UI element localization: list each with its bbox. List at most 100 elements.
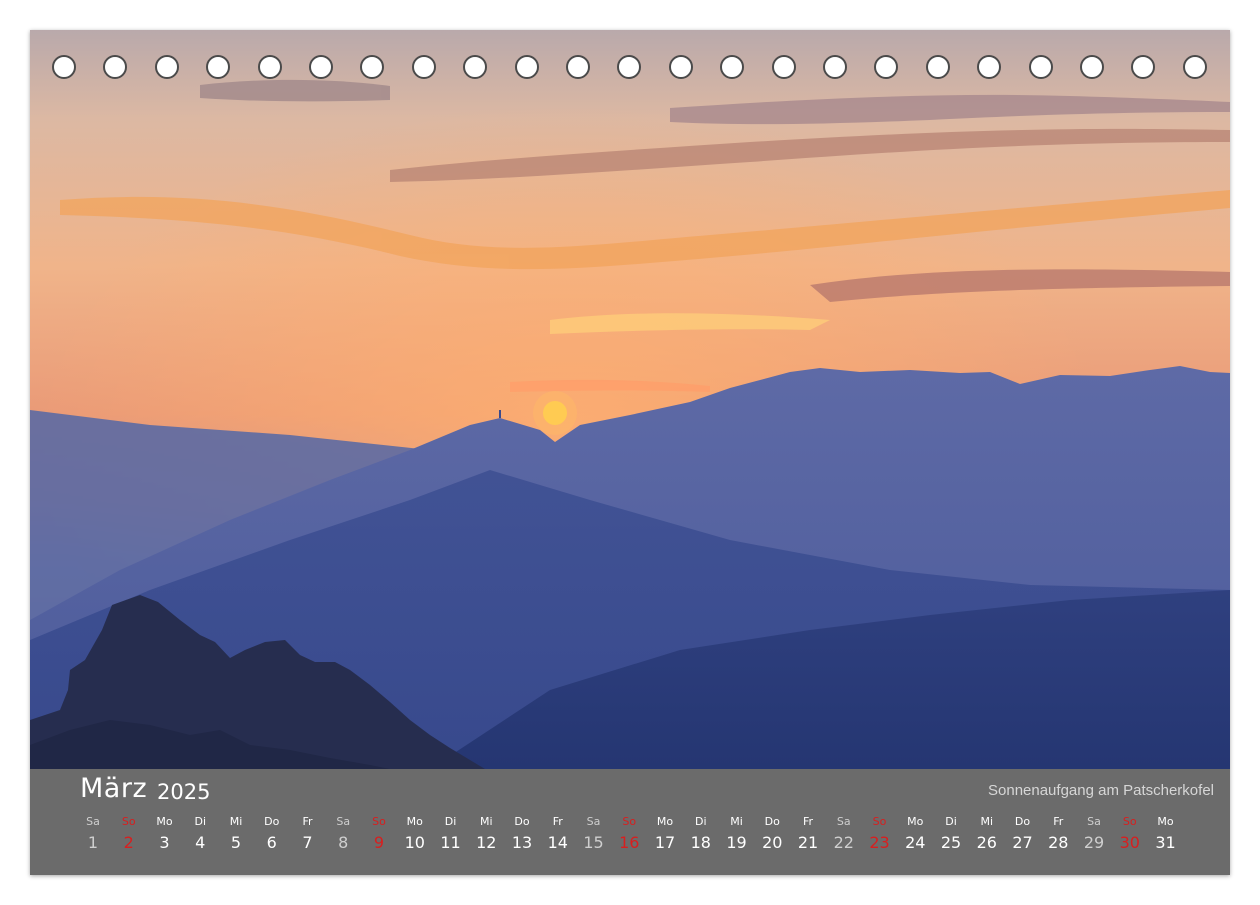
binding-hole <box>823 55 847 79</box>
weekday-label: Di <box>444 815 457 828</box>
weekday-label: Mi <box>980 815 994 828</box>
weekday-label: Sa <box>336 815 351 828</box>
calendar-day: Di 25 <box>934 815 968 855</box>
day-number: 12 <box>476 833 497 852</box>
month-name: März <box>80 773 148 804</box>
day-number: 26 <box>976 833 997 852</box>
day-number: 3 <box>159 833 170 852</box>
weekday-label: Do <box>764 815 780 828</box>
calendar-bar: März 2025 Sonnenaufgang am Patscherkofel… <box>30 769 1230 875</box>
weekday-label: Mo <box>1157 815 1174 828</box>
calendar-day: Mo 17 <box>648 815 682 855</box>
day-number: 2 <box>123 833 134 852</box>
calendar-day: Fr 14 <box>541 815 575 855</box>
weekday-label: So <box>872 815 887 828</box>
day-number: 10 <box>404 833 425 852</box>
day-number: 21 <box>797 833 819 852</box>
day-number: 8 <box>338 833 349 852</box>
calendar-day: So 2 <box>112 815 146 855</box>
binding-hole <box>154 55 179 79</box>
weekday-label: Mo <box>656 815 674 828</box>
calendar-day: So 30 <box>1113 815 1147 855</box>
calendar-day: Mi 26 <box>970 815 1004 855</box>
calendar-day: Sa 29 <box>1077 815 1111 855</box>
calendar-day: Sa 22 <box>827 815 861 855</box>
calendar-day: Do 27 <box>1006 815 1040 855</box>
day-number: 6 <box>266 833 277 852</box>
calendar-day: So 23 <box>863 815 897 855</box>
binding-hole <box>925 55 950 79</box>
calendar-day: Sa 1 <box>76 815 110 855</box>
weekday-label: Sa <box>586 815 601 828</box>
weekday-label: So <box>121 815 136 828</box>
day-number: 11 <box>440 833 461 852</box>
weekday-label: Di <box>945 815 957 828</box>
binding-hole <box>874 55 899 79</box>
binding-hole <box>1028 55 1053 79</box>
binding-hole <box>977 55 1002 79</box>
day-number: 27 <box>1012 833 1033 852</box>
calendar-day: Di 11 <box>434 815 468 855</box>
weekday-label: Mo <box>406 815 423 828</box>
calendar-day: Mo 24 <box>898 815 932 855</box>
binding-hole <box>668 55 693 79</box>
calendar-day: Sa 8 <box>326 815 360 855</box>
day-number: 7 <box>302 833 313 852</box>
calendar-day: Mo 10 <box>398 815 432 855</box>
day-number: 5 <box>230 833 242 852</box>
day-number: 9 <box>373 833 385 852</box>
weekday-label: Do <box>514 815 530 828</box>
calendar-day: Mi 19 <box>720 815 754 855</box>
binding-hole <box>771 55 796 79</box>
binding-hole <box>360 55 385 79</box>
weekday-label: Di <box>694 815 707 828</box>
calendar-page: März 2025 Sonnenaufgang am Patscherkofel… <box>30 30 1230 875</box>
day-number: 28 <box>1048 833 1069 852</box>
day-number: 23 <box>869 833 890 852</box>
day-number: 19 <box>726 833 747 852</box>
calendar-day: Sa 15 <box>577 815 611 855</box>
day-number: 18 <box>690 833 711 852</box>
year-label: 2025 <box>157 780 211 804</box>
binding-hole <box>1080 55 1104 79</box>
weekday-label: Sa <box>86 815 100 828</box>
day-number: 30 <box>1119 833 1140 852</box>
weekday-label: Fr <box>802 815 814 828</box>
binding-hole <box>206 55 231 79</box>
calendar-day: Di 18 <box>684 815 718 855</box>
calendar-day: Mi 5 <box>219 815 253 855</box>
calendar-day: Do 6 <box>255 815 289 855</box>
weekday-label: Di <box>194 815 207 828</box>
day-number: 29 <box>1083 833 1105 852</box>
day-number: 14 <box>547 833 568 852</box>
sunrise-photo <box>30 30 1230 769</box>
weekday-label: Fr <box>1053 815 1064 828</box>
weekday-label: Sa <box>836 815 851 828</box>
day-grid: Sa 1 So 2 Mo 3 Di 4 Mi 5 Do 6 Fr 7 Sa 8 So 9 Mo 10 Di 11 Mi 12 D… <box>30 815 1230 865</box>
photo-caption: Sonnenaufgang am Patscherkofel <box>988 782 1214 799</box>
day-number: 17 <box>654 833 676 852</box>
binding-hole <box>52 55 76 79</box>
weekday-label: Do <box>1014 815 1031 828</box>
day-number: 20 <box>762 833 783 852</box>
calendar-day: Fr 21 <box>791 815 825 855</box>
weekday-label: So <box>372 815 386 828</box>
binding-hole <box>463 55 488 79</box>
day-number: 1 <box>87 833 99 852</box>
calendar-day: Fr 7 <box>291 815 325 855</box>
binding-hole <box>617 55 642 79</box>
calendar-day: Fr 28 <box>1041 815 1075 855</box>
weekday-label: So <box>622 815 637 828</box>
binding-hole <box>566 55 590 79</box>
calendar-day: So 16 <box>612 815 646 855</box>
binding-hole <box>411 55 436 79</box>
weekday-label: So <box>1122 815 1137 828</box>
binding-holes <box>52 55 1212 79</box>
binding-hole <box>103 55 128 79</box>
weekday-label: Mo <box>156 815 173 828</box>
binding-hole <box>720 55 745 79</box>
day-number: 15 <box>583 833 604 852</box>
calendar-day: Di 4 <box>183 815 217 855</box>
day-number: 24 <box>905 833 926 852</box>
calendar-day: Mo 3 <box>148 815 182 855</box>
